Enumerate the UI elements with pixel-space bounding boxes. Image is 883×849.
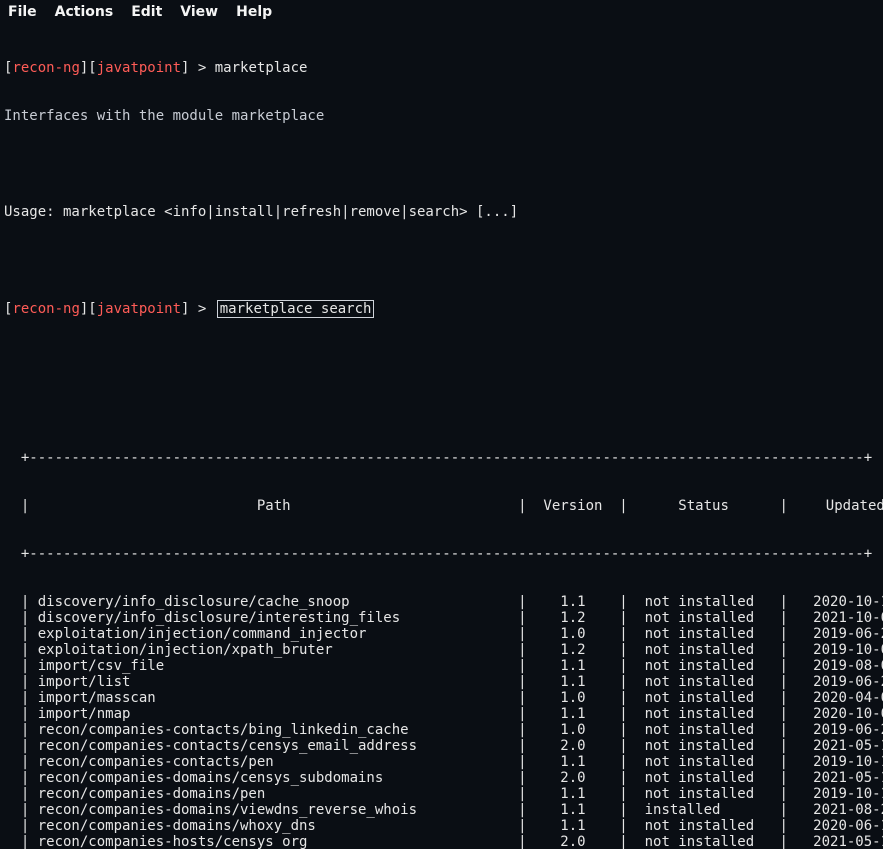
- results-table: +---------------------------------------…: [4, 418, 879, 849]
- table-row: | exploitation/injection/xpath_bruter | …: [4, 642, 879, 658]
- table-header: | Path | Version | Status | Updated | D …: [4, 498, 879, 514]
- menu-edit[interactable]: Edit: [131, 4, 162, 20]
- table-border-top: +---------------------------------------…: [4, 450, 879, 466]
- prompt-close: ] >: [181, 301, 215, 317]
- menu-view[interactable]: View: [180, 4, 218, 20]
- table-row: | recon/companies-domains/pen | 1.1 | no…: [4, 786, 879, 802]
- table-row: | recon/companies-domains/whoxy_dns | 1.…: [4, 818, 879, 834]
- col-version: Version: [535, 498, 611, 514]
- table-row: | import/list | 1.1 | not installed | 20…: [4, 674, 879, 690]
- table-row: | recon/companies-domains/censys_subdoma…: [4, 770, 879, 786]
- prompt-app: recon-ng: [12, 60, 79, 76]
- command-2-highlighted: marketplace search: [217, 300, 375, 318]
- prompt-line-2: [recon-ng][javatpoint] > marketplace sea…: [4, 300, 879, 316]
- table-row: | import/nmap | 1.1 | not installed | 20…: [4, 706, 879, 722]
- table-row: | import/masscan | 1.0 | not installed |…: [4, 690, 879, 706]
- bracket-sep: ][: [80, 301, 97, 317]
- table-row: | recon/companies-contacts/pen | 1.1 | n…: [4, 754, 879, 770]
- table-row: | recon/companies-domains/viewdns_revers…: [4, 802, 879, 818]
- table-row: | discovery/info_disclosure/interesting_…: [4, 610, 879, 626]
- table-row: | recon/companies-hosts/censys_org | 2.0…: [4, 834, 879, 849]
- prompt-close: ] >: [181, 60, 215, 76]
- menu-help[interactable]: Help: [236, 4, 272, 20]
- col-updated: Updated: [796, 498, 883, 514]
- description-line: Interfaces with the module marketplace: [4, 108, 879, 124]
- table-row: | import/csv_file | 1.1 | not installed …: [4, 658, 879, 674]
- col-path: Path: [38, 498, 510, 514]
- prompt-context: javatpoint: [97, 60, 181, 76]
- prompt-context: javatpoint: [97, 301, 181, 317]
- bracket-sep: ][: [80, 60, 97, 76]
- menu-file[interactable]: File: [8, 4, 37, 20]
- menu-actions[interactable]: Actions: [55, 4, 114, 20]
- table-row: | exploitation/injection/command_injecto…: [4, 626, 879, 642]
- command-1: marketplace: [215, 60, 308, 76]
- col-status: Status: [636, 498, 771, 514]
- table-row: | recon/companies-contacts/censys_email_…: [4, 738, 879, 754]
- prompt-line-1: [recon-ng][javatpoint] > marketplace: [4, 60, 879, 76]
- menubar: File Actions Edit View Help: [0, 0, 883, 26]
- prompt-app: recon-ng: [12, 301, 79, 317]
- table-row: | discovery/info_disclosure/cache_snoop …: [4, 594, 879, 610]
- table-row: | recon/companies-contacts/bing_linkedin…: [4, 722, 879, 738]
- terminal[interactable]: [recon-ng][javatpoint] > marketplace Int…: [0, 26, 883, 849]
- table-border-headsep: +---------------------------------------…: [4, 546, 879, 562]
- usage-line: Usage: marketplace <info|install|refresh…: [4, 204, 879, 220]
